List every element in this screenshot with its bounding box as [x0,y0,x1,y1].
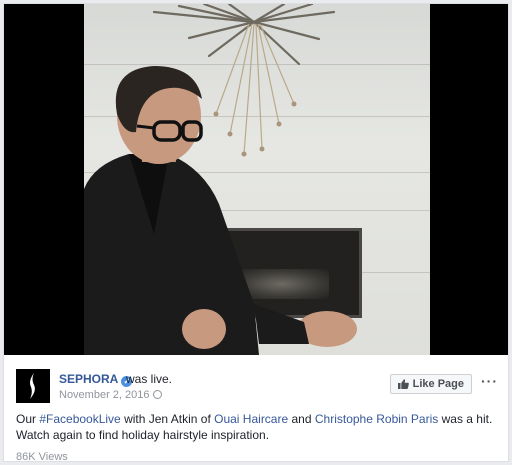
live-status: was live. [126,372,173,386]
globe-icon [152,390,162,399]
more-options-icon[interactable]: ··· [481,373,498,389]
sephora-flame-icon [30,373,35,399]
video-player[interactable] [4,4,508,355]
ouai-haircare-link[interactable]: Ouai Haircare [214,412,288,426]
hashtag-facebooklive-link[interactable]: #FacebookLive [39,412,120,426]
post-timestamp[interactable]: November 2, 2016 [59,389,162,401]
page-name[interactable]: SEPHORA [59,372,118,386]
video-frame [84,4,430,355]
page-name-link[interactable]: SEPHORA ✓ [59,372,133,387]
view-count: 86K Views [16,451,68,462]
post-details: SEPHORA ✓ was live. November 2, 2016 Like… [4,355,508,462]
like-page-button[interactable]: Like Page [389,374,472,394]
presenter-figure [84,66,357,355]
facebook-post-card: SEPHORA ✓ was live. November 2, 2016 Like… [3,3,509,462]
christophe-robin-paris-link[interactable]: Christophe Robin Paris [315,412,438,426]
post-header: SEPHORA ✓ was live. November 2, 2016 Like… [16,369,498,405]
like-page-label: Like Page [412,378,464,390]
sephora-logo[interactable] [16,369,50,403]
post-message: Our #FacebookLive with Jen Atkin of Ouai… [16,412,493,442]
thumbs-up-icon [397,379,409,389]
post-date[interactable]: November 2, 2016 [59,389,150,401]
